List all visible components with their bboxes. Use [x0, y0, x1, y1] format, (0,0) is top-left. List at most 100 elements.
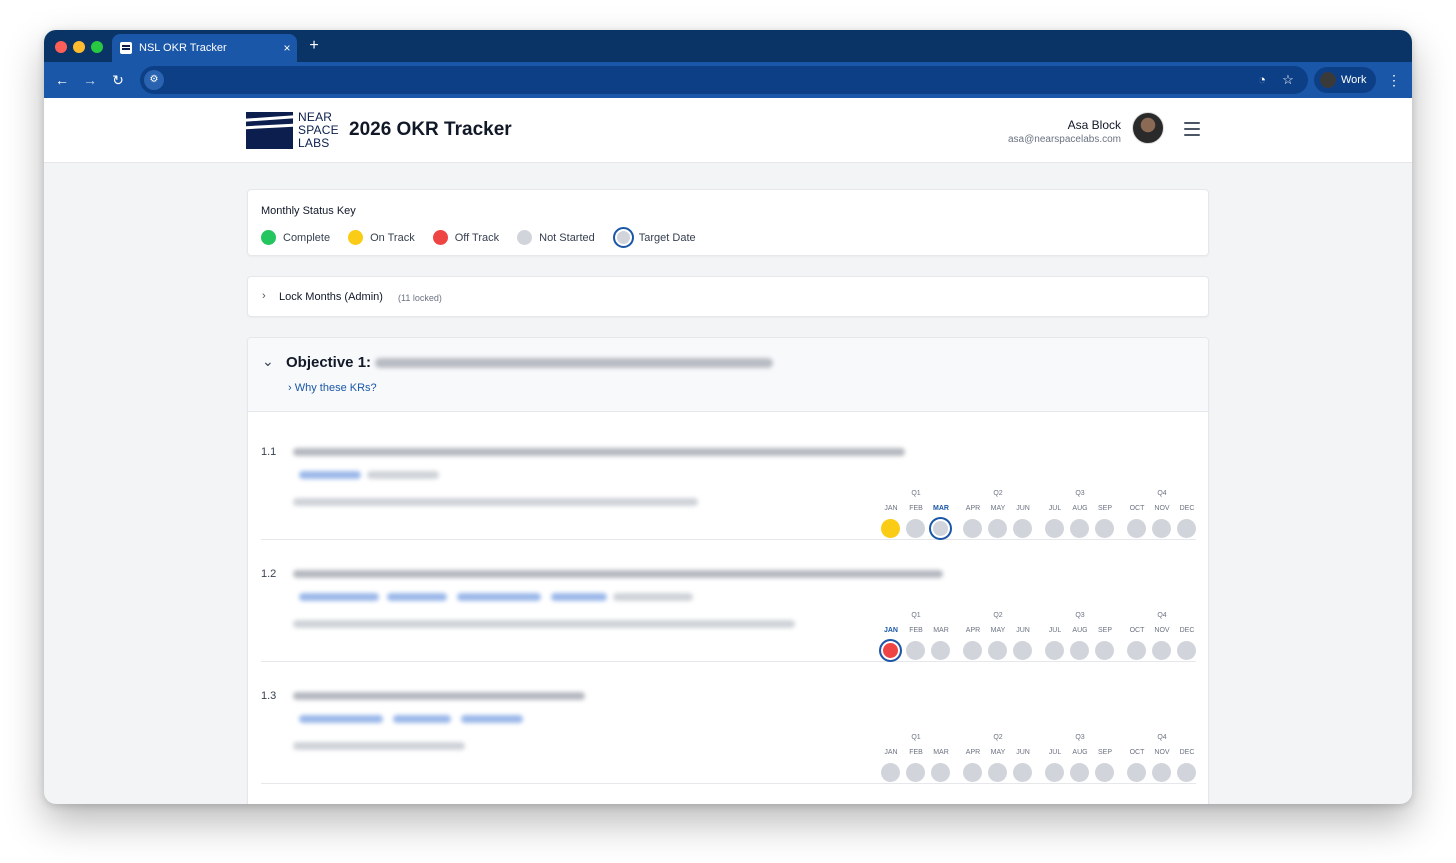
quarter-label: Q2 — [993, 612, 1003, 619]
kr-owner-redacted[interactable] — [299, 593, 379, 601]
status-key-label: On Track — [370, 231, 415, 244]
forward-icon[interactable]: → — [80, 70, 100, 90]
browser-toolbar: ← → ↻ ⚙ ◔ ☆ Work ⋮ — [44, 62, 1412, 98]
profile-button[interactable]: Work — [1314, 67, 1376, 93]
month-status-dot[interactable] — [1152, 763, 1171, 782]
back-icon[interactable]: ← — [52, 70, 72, 90]
month-status-dot[interactable] — [1013, 763, 1032, 782]
month-status-dot[interactable] — [906, 641, 925, 660]
key-result-row: 1.1 Q1 Q2 Q3 Q4 JAN FEB MAR APR MAY JUN JUL AUG SEP O… — [261, 418, 1196, 540]
month-status-dot[interactable] — [879, 639, 902, 662]
company-logo[interactable]: NEAR SPACE LABS — [246, 111, 341, 151]
quarter-label: Q3 — [1075, 490, 1085, 497]
status-dot — [517, 230, 533, 245]
month-status-dot[interactable] — [988, 763, 1007, 782]
month-status-dot[interactable] — [929, 517, 952, 540]
speed-icon[interactable]: ◔ — [1252, 70, 1272, 90]
month-status-dot[interactable] — [1127, 519, 1146, 538]
kr-note-redacted — [293, 498, 698, 506]
tab-title: NSL OKR Tracker — [139, 42, 227, 54]
month-status-dot[interactable] — [1013, 641, 1032, 660]
month-status-dot[interactable] — [881, 519, 900, 538]
month-status-dot[interactable] — [1177, 519, 1196, 538]
month-status-dot[interactable] — [1177, 763, 1196, 782]
kr-owner-redacted[interactable] — [551, 593, 607, 601]
month-status-dot[interactable] — [906, 519, 925, 538]
kr-text-redacted — [293, 448, 905, 456]
quarter-label: Q1 — [911, 734, 921, 741]
status-key-label: Target Date — [638, 231, 696, 244]
page-title: 2026 OKR Tracker — [349, 119, 512, 140]
quarter-label: Q3 — [1075, 612, 1085, 619]
site-info-icon[interactable]: ⚙ — [144, 70, 164, 90]
avatar[interactable] — [1132, 112, 1164, 144]
key-result-row: 1.3 Q1 Q2 Q3 Q4 JAN FEB MAR APR MAY JUN JUL AUG SEP O… — [261, 662, 1196, 784]
browser-tab[interactable]: NSL OKR Tracker × — [112, 34, 297, 62]
reload-icon[interactable]: ↻ — [108, 70, 128, 90]
status-key-card: Monthly Status Key Complete On Track Off T… — [247, 189, 1209, 256]
kr-owner-redacted[interactable] — [393, 715, 451, 723]
month-status-dot[interactable] — [1070, 641, 1089, 660]
month-status-dot[interactable] — [1095, 763, 1114, 782]
month-status-dot[interactable] — [881, 763, 900, 782]
maximize-window-button[interactable] — [91, 41, 103, 53]
status-dot — [432, 230, 448, 245]
kr-owner-redacted[interactable] — [299, 471, 361, 479]
kr-owner-redacted[interactable] — [457, 593, 541, 601]
kr-owner-redacted — [613, 593, 693, 601]
address-bar[interactable]: ⚙ ◔ ☆ — [140, 66, 1308, 94]
objective-text-redacted — [375, 358, 774, 369]
kr-note-redacted — [293, 742, 465, 750]
month-status-dot[interactable] — [1127, 763, 1146, 782]
month-status-dot[interactable] — [1177, 641, 1196, 660]
minimize-window-button[interactable] — [73, 41, 85, 53]
month-status-dot[interactable] — [1045, 519, 1064, 538]
chevron-right-icon[interactable]: › — [262, 290, 266, 302]
chevron-down-icon[interactable]: ⌄ — [262, 353, 274, 370]
quarter-label: Q4 — [1157, 734, 1167, 741]
month-status-dot[interactable] — [1045, 763, 1064, 782]
month-status-dot[interactable] — [906, 763, 925, 782]
target-date-dot — [612, 227, 634, 248]
month-status-dot[interactable] — [963, 763, 982, 782]
month-status-dot[interactable] — [988, 519, 1007, 538]
bookmark-star-icon[interactable]: ☆ — [1278, 70, 1298, 90]
locked-count: (11 locked) — [398, 293, 442, 303]
month-status-dot[interactable] — [963, 641, 982, 660]
kr-owner-redacted[interactable] — [387, 593, 447, 601]
month-status-dot[interactable] — [1127, 641, 1146, 660]
month-status-dot[interactable] — [1070, 763, 1089, 782]
kr-text-redacted — [293, 692, 585, 700]
tab-close-icon[interactable]: × — [277, 41, 297, 55]
lock-months-card[interactable]: › Lock Months (Admin) (11 locked) — [247, 276, 1209, 317]
browser-window: NSL OKR Tracker × + ← → ↻ ⚙ ◔ ☆ Work ⋮ N… — [44, 30, 1412, 804]
status-key-item: On Track — [348, 230, 415, 245]
month-status-dot[interactable] — [931, 641, 950, 660]
lock-months-label[interactable]: Lock Months (Admin) — [279, 291, 383, 303]
month-status-dot[interactable] — [1070, 519, 1089, 538]
month-status-dot[interactable] — [963, 519, 982, 538]
month-status-dot[interactable] — [1095, 641, 1114, 660]
month-status-dot[interactable] — [988, 641, 1007, 660]
month-status-dot[interactable] — [1013, 519, 1032, 538]
status-key-label: Complete — [283, 231, 331, 244]
month-status-dot[interactable] — [931, 763, 950, 782]
status-key-item: Complete — [261, 230, 330, 245]
profile-avatar — [1320, 72, 1336, 88]
new-tab-button[interactable]: + — [304, 36, 324, 56]
hamburger-menu-icon[interactable] — [1184, 122, 1200, 136]
kr-owner-redacted — [367, 471, 439, 479]
browser-menu-icon[interactable]: ⋮ — [1384, 70, 1404, 90]
kr-owner-redacted[interactable] — [461, 715, 523, 723]
tab-strip: NSL OKR Tracker × + — [44, 30, 1412, 62]
why-these-krs-link[interactable]: › Why these KRs? — [288, 382, 377, 394]
month-status-dot[interactable] — [1152, 519, 1171, 538]
month-status-dot[interactable] — [1095, 519, 1114, 538]
quarter-label: Q3 — [1075, 734, 1085, 741]
kr-owner-redacted[interactable] — [299, 715, 383, 723]
close-window-button[interactable] — [55, 41, 67, 53]
objective-header[interactable]: ⌄ Objective 1: › Why these KRs? — [248, 338, 1208, 412]
kr-text-redacted — [293, 570, 943, 578]
month-status-dot[interactable] — [1045, 641, 1064, 660]
month-status-dot[interactable] — [1152, 641, 1171, 660]
